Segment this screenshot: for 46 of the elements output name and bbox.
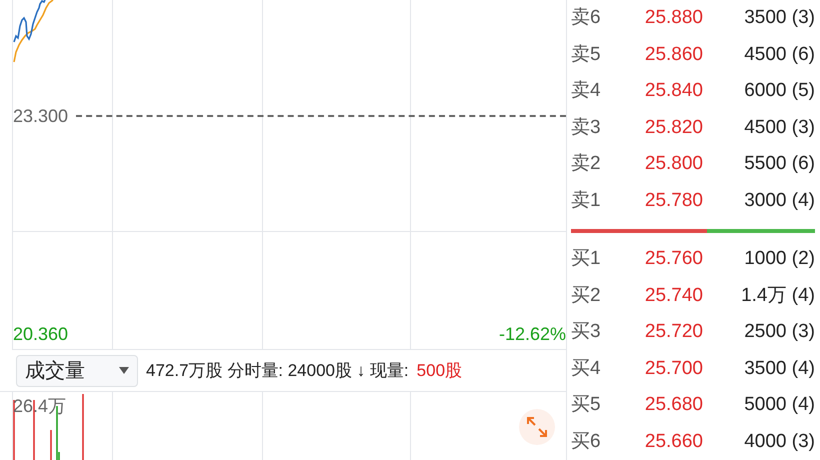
order-volume: 4500 (6)	[743, 42, 815, 66]
order-volume: 5500 (6)	[743, 152, 815, 176]
expand-icon	[526, 416, 548, 438]
level-label: 买2	[571, 284, 602, 308]
order-volume: 5000 (4)	[743, 393, 815, 417]
order-volume: 1.4万 (4)	[740, 284, 815, 308]
low-change-label: -12.62%	[498, 323, 566, 346]
order-volume: 3500 (4)	[743, 356, 815, 380]
level-label: 买5	[571, 393, 602, 417]
order-price: 25.740	[644, 284, 703, 308]
order-price: 25.660	[644, 430, 703, 454]
order-price: 25.800	[644, 152, 703, 176]
order-volume: 2500 (3)	[743, 320, 815, 344]
order-price: 25.780	[644, 188, 703, 212]
level-label: 卖3	[571, 116, 602, 140]
order-volume: 6000 (5)	[743, 79, 815, 103]
volume-bars-drawing	[13, 394, 85, 460]
order-price: 25.760	[644, 247, 703, 271]
order-price: 25.840	[644, 79, 703, 103]
order-price: 25.860	[644, 42, 703, 66]
reference-price-label: 23.300	[13, 105, 68, 128]
current-volume: 500股	[416, 360, 462, 382]
caret-icon	[119, 366, 129, 374]
level-label: 卖2	[571, 152, 602, 176]
order-price: 25.700	[644, 356, 703, 380]
level-label: 卖4	[571, 79, 602, 103]
level-label: 卖6	[571, 6, 602, 30]
indicator-dropdown[interactable]: 成交量	[16, 354, 138, 386]
level-label: 买3	[571, 320, 602, 344]
low-price-label: 20.360	[13, 323, 68, 346]
level-label: 卖5	[571, 42, 602, 66]
order-volume: 1000 (2)	[743, 247, 815, 271]
volume-stats: 472.7万股 分时量: 24000股 ↓ 现量:	[146, 360, 409, 382]
order-price: 25.880	[644, 6, 703, 30]
order-volume: 4000 (3)	[743, 430, 815, 454]
level-label: 买4	[571, 356, 602, 380]
order-volume: 3500 (3)	[743, 6, 815, 30]
level-label: 卖1	[571, 188, 602, 212]
order-volume: 3000 (4)	[743, 188, 815, 212]
fullscreen-button[interactable]	[519, 409, 555, 445]
order-volume: 4500 (3)	[743, 116, 815, 140]
level-label: 买6	[571, 430, 602, 454]
order-price: 25.720	[644, 320, 703, 344]
level-label: 买1	[571, 247, 602, 271]
order-price: 25.820	[644, 116, 703, 140]
order-price: 25.680	[644, 393, 703, 417]
